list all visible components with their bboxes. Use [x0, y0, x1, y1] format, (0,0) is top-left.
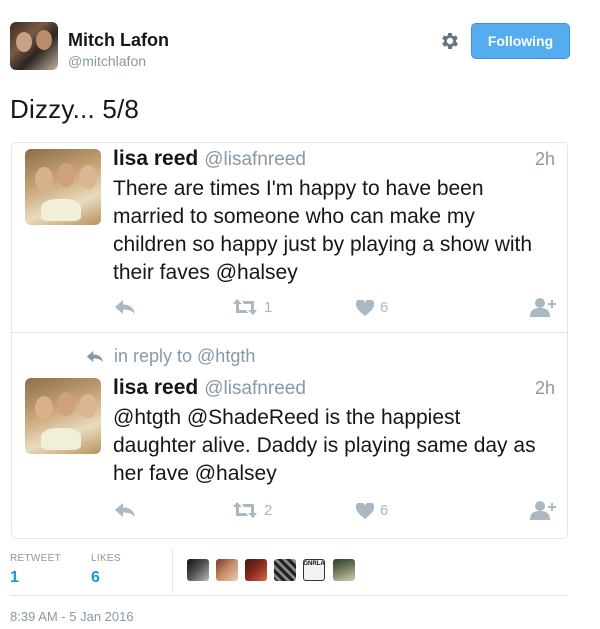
like-count: 6 [380, 299, 389, 316]
reply-author-name[interactable]: lisa reed [113, 376, 198, 399]
add-user-icon [530, 501, 556, 520]
reply-time[interactable]: 2h [535, 378, 555, 399]
reply-action[interactable] [114, 502, 136, 518]
reply-context[interactable]: in reply to @htgth [86, 346, 255, 367]
reply-author: lisa reed @lisafnreed [113, 376, 306, 400]
retweet-stat-label: RETWEET [10, 553, 61, 564]
reply-author-handle[interactable]: @lisafnreed [204, 378, 306, 399]
retweet-icon [233, 502, 257, 518]
likes-stat-label: LIKES [91, 553, 121, 564]
retweet-action[interactable]: 1 [232, 298, 272, 316]
gear-icon[interactable] [439, 30, 461, 52]
likes-stat-count[interactable]: 6 [91, 569, 100, 587]
follow-user-action[interactable] [530, 297, 556, 317]
reply-avatar[interactable] [25, 378, 101, 454]
stats-separator [172, 548, 173, 593]
reply-author-name[interactable]: lisa reed [113, 147, 198, 170]
tweet-text: Dizzy... 5/8 [10, 94, 140, 124]
retweet-action[interactable]: 2 [232, 501, 272, 519]
like-action[interactable]: 6 [356, 299, 388, 316]
reply-author-handle[interactable]: @lisafnreed [204, 149, 306, 170]
like-action[interactable]: 6 [356, 502, 388, 519]
reply-action[interactable] [114, 299, 136, 315]
reply-avatar[interactable] [25, 149, 101, 225]
liker-avatar[interactable] [333, 559, 355, 581]
liker-avatar[interactable] [274, 559, 296, 581]
like-count: 6 [380, 502, 389, 519]
author-handle[interactable]: @mitchlafon [68, 53, 146, 69]
retweet-count: 1 [264, 298, 273, 316]
liker-avatar[interactable] [216, 559, 238, 581]
tweet-timestamp[interactable]: 8:39 AM - 5 Jan 2016 [10, 609, 134, 624]
reply-time[interactable]: 2h [535, 149, 555, 170]
retweet-icon [233, 299, 257, 315]
stats-bottom-divider [10, 595, 568, 596]
liker-badge-text: GNRLA [303, 561, 325, 567]
add-user-icon [530, 298, 556, 317]
reply-icon [115, 503, 135, 517]
liker-avatar[interactable]: GNRLA [303, 559, 325, 581]
reply-author: lisa reed @lisafnreed [113, 147, 306, 171]
conversation-divider [12, 332, 567, 333]
author-name[interactable]: Mitch Lafon [68, 30, 169, 51]
liker-avatar[interactable] [245, 559, 267, 581]
reply-text: @htgth @ShadeReed is the happiest daught… [113, 406, 536, 485]
reply-icon [115, 300, 135, 314]
liker-avatar[interactable] [187, 559, 209, 581]
following-button[interactable]: Following [471, 23, 570, 59]
reply-text: There are times I'm happy to have been m… [113, 177, 533, 284]
heart-icon [356, 299, 374, 316]
reply-icon [86, 350, 104, 363]
retweet-count: 2 [264, 501, 273, 519]
follow-user-action[interactable] [530, 500, 556, 520]
reply-context-text: in reply to @htgth [114, 346, 256, 366]
author-avatar[interactable] [10, 22, 58, 70]
heart-icon [356, 502, 374, 519]
retweet-stat-count[interactable]: 1 [10, 569, 19, 587]
